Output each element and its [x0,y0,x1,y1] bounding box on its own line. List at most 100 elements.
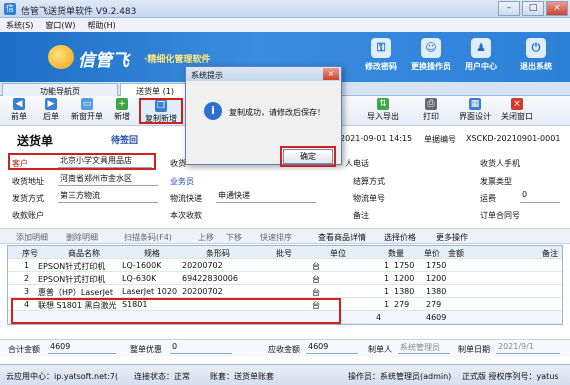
consignee-label: 收货 [170,159,186,168]
receivable-label: 应收金额 [268,345,300,354]
summary-bar: 合计金额 4609 整单优惠 0 应收金额 4609 制单人 系统管理员 制单日… [0,339,570,357]
user-center-button[interactable]: ♟ 用户中心 [455,36,507,78]
ok-button[interactable]: 确定 [283,149,333,164]
table-cell: 1200 [426,274,447,283]
plus-icon: + [116,98,128,110]
grid-header: 备注 [542,249,558,258]
customer-field[interactable]: 北京小学文具用品店 [58,155,152,168]
exit-system-button[interactable]: ⏻ 退出系统 [510,36,562,78]
customer-label: 客户 [12,159,28,168]
dialog-close-button[interactable]: × [323,68,339,80]
invoice-type-label: 发票类型 [480,177,512,186]
print-button[interactable]: ⎙ 打印 [418,98,444,124]
table-row[interactable]: 1 EPSON针式打印机 LQ-1600K 20200702 台 1 1750 … [8,259,562,272]
receivable-field: 4609 [306,342,358,354]
brand-name: 信管飞 [78,51,129,71]
select-price-button[interactable]: 选择价格 [384,232,416,243]
table-row[interactable]: 2 EPSON针式打印机 LQ-630K 69422830006 台 1 120… [8,272,562,285]
table-cell: 台 [312,288,320,297]
close-button[interactable]: × [546,1,568,16]
change-password-button[interactable]: ⚿ 修改密码 [355,36,407,78]
tracking-no-label: 物流单号 [353,194,385,203]
tab-navigation[interactable]: 功能导航页 [2,83,118,96]
logistics-field[interactable]: 申通快递 [216,190,316,203]
pasted-rows-highlight [11,298,341,324]
arrow-left-icon: ◀ [13,98,25,110]
table-cell: 台 [312,262,320,271]
next-order-button[interactable]: ▶ 后单 [36,98,66,124]
table-cell: 惠普（HP）LaserJet [38,288,113,297]
shipping-method-field[interactable]: 第三方物流 [58,190,158,203]
maker-label: 制单人 [368,345,392,354]
scan-barcode-button[interactable]: 扫描条码(F4) [124,232,172,243]
grid-header: 单位 [330,249,346,258]
freight-field[interactable]: 0 [520,190,560,203]
brand-slogan: ·精细化管理软件 [144,55,211,65]
grid-header: 批号 [276,249,292,258]
add-detail-button[interactable]: 添加明细 [16,232,48,243]
address-field[interactable]: 河南省郑州市金水区 [58,173,158,186]
new-window-order-button[interactable]: ▭ 新窗开单 [70,98,104,124]
table-cell: 1 [384,261,390,270]
discount-field[interactable]: 0 [170,342,232,354]
table-row[interactable]: 3 惠普（HP）LaserJet LaserJet 1020 20200702 … [8,285,562,298]
maximize-button[interactable]: □ [522,1,544,16]
grid-header: 金额 [448,249,464,258]
table-cell: 20200702 [182,287,223,296]
previous-order-button[interactable]: ◀ 前单 [4,98,34,124]
copy-icon: ❐ [155,100,167,112]
table-cell: 1 [24,261,30,270]
tab-delivery-order[interactable]: 送货单 (1) [120,83,190,96]
contract-no-label: 订单合同号 [480,211,520,220]
shipping-method-label: 发货方式 [12,194,44,203]
status-bar: 云应用中心：ip.yatsoft.net:7( 连接状态：正常 账套：送货单账套… [0,364,570,385]
salesman-label: 业务员 [170,177,194,186]
form-title: 送货单 [17,134,54,148]
mobile-label: 收货人手机 [480,159,520,168]
menu-help[interactable]: 帮助(H) [81,18,121,32]
view-product-button[interactable]: 查看商品详情 [318,232,366,243]
title-bar: 信 信管飞送货单软件 V9.2.483 – □ × [0,0,570,18]
grid-header: 规格 [144,249,160,258]
copy-new-button[interactable]: ❐ 复制新增 [139,98,183,124]
table-cell: LaserJet 1020 [122,287,178,296]
order-date[interactable]: 2021-09-01 14:15 [340,134,412,143]
cloud-status: 云应用中心：ip.yatsoft.net:7( [6,372,119,381]
move-down-button[interactable]: 下移 [226,232,242,243]
user-icon: ♟ [471,38,491,58]
table-cell: 1200 [394,274,415,283]
total-amount: 4609 [426,313,447,322]
menu-window[interactable]: 窗口(W) [39,18,81,32]
switch-operator-button[interactable]: ☺ 更换操作员 [405,36,457,78]
logistics-label: 物流快递 [170,194,202,203]
brand-logo-icon [48,45,74,69]
order-no[interactable]: XSCKD-20210901-0001 [466,134,560,143]
layout-design-button[interactable]: ▦ 界面设计 [458,98,492,124]
close-window-button[interactable]: × 关闭窗口 [500,98,534,124]
menu-system[interactable]: 系统(S) [0,18,39,32]
window-icon: ▭ [81,98,93,110]
grid-header: 数量 [388,249,404,258]
grid-header: 序号 [22,249,38,258]
quick-sort-button[interactable]: 快速排序 [260,232,292,243]
more-actions-button[interactable]: 更多操作 [436,232,468,243]
close-window-icon: × [511,98,523,110]
table-cell: 2 [24,274,30,283]
table-cell: 20200702 [182,261,223,270]
move-up-button[interactable]: 上移 [198,232,214,243]
phone-label: 人电话 [345,159,369,168]
delete-detail-button[interactable]: 删除明细 [66,232,98,243]
address-label: 收货地址 [12,177,44,186]
grid-header: 条形码 [206,249,230,258]
arrow-right-icon: ▶ [45,98,57,110]
layout-icon: ▦ [469,98,481,110]
app-icon: 信 [4,3,16,15]
table-cell: EPSON针式打印机 [38,262,106,271]
table-cell: 3 [24,287,30,296]
minimize-button[interactable]: – [498,1,520,16]
import-export-button[interactable]: ⇅ 导入导出 [366,98,400,124]
total-field: 4609 [48,342,116,354]
table-cell: 台 [312,275,320,284]
new-button[interactable]: + 新增 [108,98,136,124]
table-cell: LQ-1600K [122,261,162,270]
